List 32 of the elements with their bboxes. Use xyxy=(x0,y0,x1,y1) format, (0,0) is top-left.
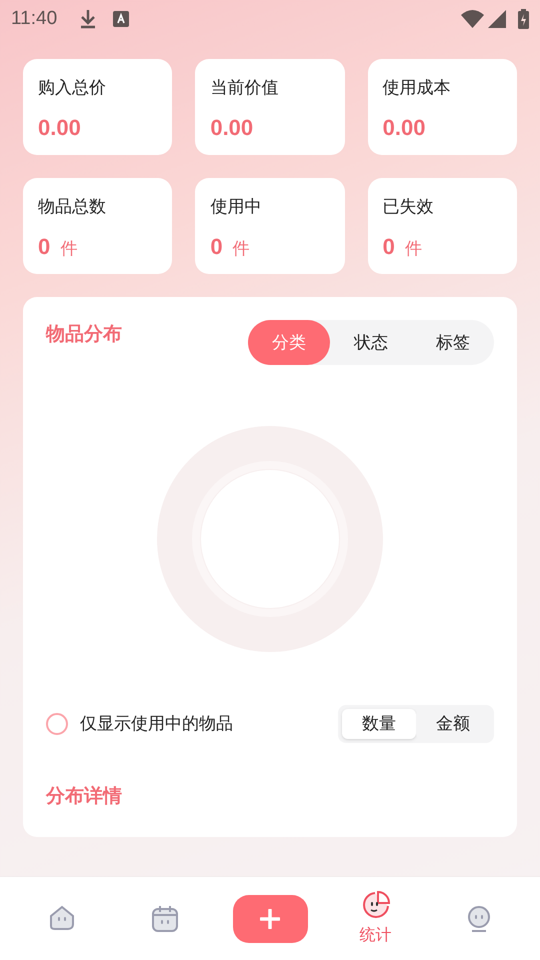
card-value: 0.00 xyxy=(382,114,426,142)
card-label: 使用成本 xyxy=(382,77,452,99)
nav-tab[interactable]: 统计 xyxy=(340,890,410,948)
pie-chart-face-icon xyxy=(360,890,390,920)
tab[interactable]: 标签 xyxy=(412,320,494,365)
card-unit: 件 xyxy=(404,238,422,260)
card-label: 已失效 xyxy=(382,196,435,218)
section-title: 分布详情 xyxy=(46,784,123,809)
add-button[interactable] xyxy=(232,894,308,942)
wifi-icon xyxy=(461,10,484,28)
card-label: 购入总价 xyxy=(38,77,107,99)
battery-icon xyxy=(518,9,529,29)
calendar-icon xyxy=(150,904,180,934)
card-value: 0.00 xyxy=(210,114,254,142)
keyboard-app-icon xyxy=(113,11,130,27)
plus-icon xyxy=(260,908,280,928)
card-value: 0 xyxy=(38,232,50,260)
download-icon xyxy=(79,9,98,29)
section-title: 物品分布 xyxy=(46,323,122,347)
card-unit: 件 xyxy=(60,238,78,260)
toggle-option[interactable]: 数量 xyxy=(342,709,416,739)
card-unit: 件 xyxy=(232,238,250,260)
card-label: 使用中 xyxy=(210,196,262,218)
card-value: 0 xyxy=(382,232,395,260)
signal-icon xyxy=(488,10,506,28)
card-label: 当前价值 xyxy=(210,77,280,99)
clock: 11:40 xyxy=(11,6,58,31)
filter-checkbox[interactable]: 仅显示使用中的物品 xyxy=(46,711,233,737)
card-value: 0.00 xyxy=(38,114,81,142)
tab[interactable]: 状态 xyxy=(330,320,412,365)
card-value: 0 xyxy=(210,232,223,260)
card-label: 物品总数 xyxy=(38,196,107,218)
